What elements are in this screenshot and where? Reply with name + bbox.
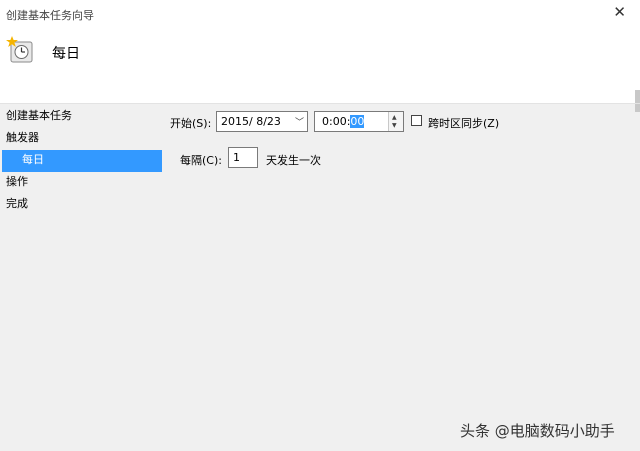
recur-days-input[interactable]: 1 (228, 147, 258, 168)
window-title: 创建基本任务向导 (6, 9, 94, 22)
chevron-down-icon[interactable]: ﹀ (295, 115, 304, 128)
sync-timezone-checkbox[interactable] (411, 115, 422, 126)
recur-label: 每隔(C): (180, 154, 222, 167)
wizard-header: 每日 (0, 28, 640, 103)
start-date-value: 2015/ 8/23 (221, 115, 281, 128)
scrollbar-thumb[interactable] (635, 90, 640, 112)
time-spinner[interactable]: ▲ ▼ (388, 112, 403, 131)
spin-down-icon[interactable]: ▼ (392, 122, 397, 129)
recur-days-value: 1 (233, 151, 240, 164)
start-label: 开始(S): (170, 117, 212, 130)
start-time-value: 0:00:00 (322, 115, 365, 128)
header-divider (0, 103, 640, 104)
title-bar: 创建基本任务向导 ✕ (0, 0, 640, 28)
watermark-text: 头条 @电脑数码小助手 (460, 422, 615, 440)
time-prefix: 0:00: (322, 115, 351, 128)
page-title: 每日 (52, 46, 80, 62)
start-time-input[interactable]: 0:00:00 ▲ ▼ (314, 111, 404, 132)
wizard-steps: 创建基本任务 触发器 每日 操作 完成 (0, 106, 162, 216)
time-selected-part: 00 (350, 115, 365, 128)
step-create-basic-task[interactable]: 创建基本任务 (0, 106, 162, 128)
close-button[interactable]: ✕ (613, 3, 626, 21)
step-daily[interactable]: 每日 (2, 150, 162, 172)
step-trigger[interactable]: 触发器 (0, 128, 162, 150)
start-date-picker[interactable]: 2015/ 8/23 ﹀ (216, 111, 308, 132)
task-clock-icon (6, 36, 33, 63)
step-finish[interactable]: 完成 (0, 194, 162, 216)
sync-timezone-label[interactable]: 跨时区同步(Z) (428, 115, 499, 131)
step-action[interactable]: 操作 (0, 172, 162, 194)
spin-up-icon[interactable]: ▲ (392, 114, 397, 121)
scrollbar[interactable] (635, 30, 640, 450)
recur-suffix: 天发生一次 (266, 154, 321, 167)
